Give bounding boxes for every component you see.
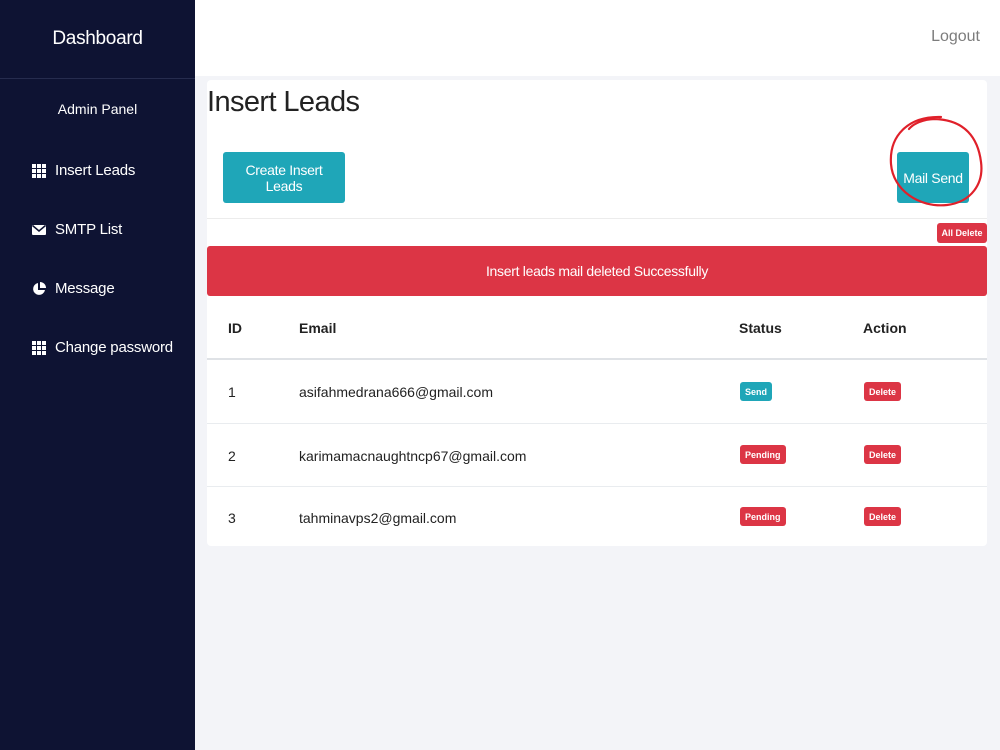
table-header-status: Status bbox=[739, 320, 782, 336]
table-cell-email: asifahmedrana666@gmail.com bbox=[299, 384, 493, 400]
table-header-divider bbox=[207, 358, 987, 360]
header-divider bbox=[207, 218, 987, 219]
delete-button[interactable]: Delete bbox=[864, 382, 902, 401]
table-cell-id: 2 bbox=[228, 448, 236, 464]
status-badge-pending: Pending bbox=[740, 507, 786, 526]
table-header-action: Action bbox=[863, 320, 907, 336]
all-delete-button[interactable]: All Delete bbox=[937, 223, 987, 243]
table-header-email: Email bbox=[299, 320, 337, 336]
grid-icon bbox=[32, 340, 46, 355]
sidebar-item-label: Change password bbox=[55, 339, 173, 356]
delete-button[interactable]: Delete bbox=[864, 445, 902, 464]
sidebar-item-insert-leads[interactable]: Insert Leads bbox=[0, 141, 195, 200]
envelope-icon bbox=[32, 223, 46, 237]
success-alert: Insert leads mail deleted Successfully bbox=[207, 246, 987, 296]
table-cell-email: karimamacnaughtncp67@gmail.com bbox=[299, 448, 527, 464]
leads-card: Insert Leads Create Insert Leads Mail Se… bbox=[207, 80, 987, 546]
sidebar-brand[interactable]: Dashboard bbox=[0, 0, 195, 79]
topbar: Logout bbox=[195, 0, 1000, 76]
sidebar-item-smtp-list[interactable]: SMTP List bbox=[0, 200, 195, 259]
sidebar-item-message[interactable]: Message bbox=[0, 259, 195, 318]
sidebar-item-label: Message bbox=[55, 280, 115, 297]
table-header-id: ID bbox=[228, 320, 242, 336]
mail-send-button[interactable]: Mail Send bbox=[897, 152, 969, 203]
grid-icon bbox=[32, 163, 46, 178]
sidebar-item-label: SMTP List bbox=[55, 221, 123, 238]
row-divider bbox=[207, 486, 987, 487]
pie-chart-icon bbox=[32, 281, 46, 296]
page-title: Insert Leads bbox=[207, 86, 360, 118]
sidebar-section-title: Admin Panel bbox=[57, 101, 138, 117]
create-insert-leads-button[interactable]: Create Insert Leads bbox=[223, 152, 345, 203]
table-cell-email: tahminavps2@gmail.com bbox=[299, 510, 457, 526]
row-divider bbox=[207, 423, 987, 424]
status-badge-pending: Pending bbox=[740, 445, 786, 464]
status-badge-send: Send bbox=[740, 382, 773, 401]
logout-link[interactable]: Logout bbox=[931, 28, 980, 46]
delete-button[interactable]: Delete bbox=[864, 507, 902, 526]
sidebar-item-change-password[interactable]: Change password bbox=[0, 318, 195, 377]
sidebar: Dashboard Admin Panel Insert Leads SMTP … bbox=[0, 0, 195, 750]
table-cell-id: 1 bbox=[228, 384, 236, 400]
sidebar-item-label: Insert Leads bbox=[55, 162, 136, 179]
table-cell-id: 3 bbox=[228, 510, 236, 526]
